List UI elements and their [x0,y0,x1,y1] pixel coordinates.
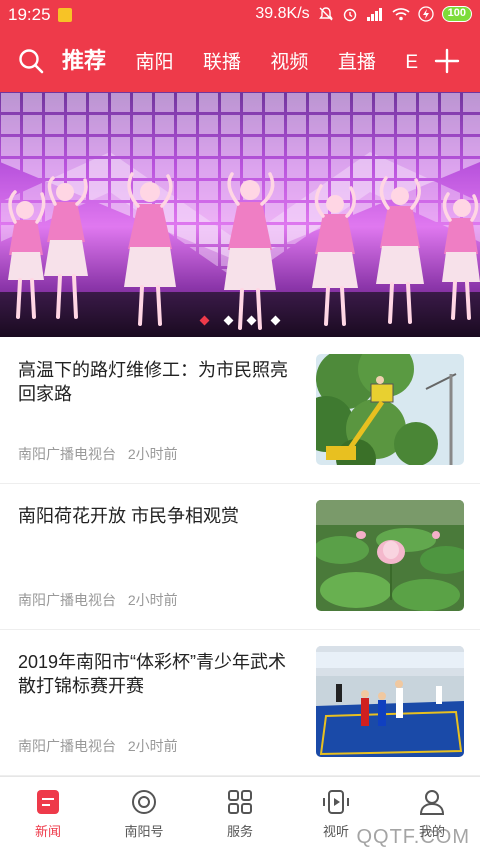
channel-header: 推荐 南阳 联播 视频 直播 E [0,30,480,92]
nav-services[interactable]: 服务 [192,777,288,853]
media-icon [323,790,349,814]
tab-nanyang[interactable]: 南阳 [135,32,173,92]
news-source: 南阳广播电视台 [18,738,116,754]
channel-tabs: 推荐 南阳 联播 视频 直播 E [62,30,427,92]
news-title: 南阳荷花开放 市民争相观赏 [18,506,239,526]
news-item[interactable]: 南阳荷花开放 市民争相观赏 南阳广播电视台 2小时前 [0,484,480,630]
news-time: 2小时前 [127,446,178,462]
status-time: 19:25 [8,5,51,24]
news-source: 南阳广播电视台 [18,446,116,462]
tab-video[interactable]: 视频 [270,32,308,92]
watermark: QQTF.COM [356,826,470,848]
signal-icon [366,8,382,21]
news-title: 高温下的路灯维修工：为市民照亮回家路 [18,360,288,404]
user-icon [419,790,445,815]
wifi-icon [392,8,410,21]
banner-carousel[interactable] [0,92,480,337]
carousel-dot[interactable] [223,315,234,326]
add-channel-icon[interactable] [434,48,460,74]
network-speed: 39.8K/s [255,5,310,22]
news-meta: 南阳广播电视台 2小时前 [18,590,178,610]
banner-image [0,92,480,337]
search-icon[interactable] [18,48,44,74]
nav-nanyang-hao[interactable]: 南阳号 [96,777,192,853]
app-notification-icon [58,8,72,22]
nav-news[interactable]: 新闻 [0,777,96,853]
tab-broadcast[interactable]: 联播 [203,32,241,92]
status-bar: 19:25 39.8K/s 100 [0,0,480,30]
nav-label: 新闻 [34,824,61,839]
news-meta: 南阳广播电视台 2小时前 [18,736,178,756]
status-indicators: 39.8K/s 100 [255,5,472,23]
carousel-dot[interactable] [246,315,257,326]
grid-icon [228,790,252,814]
charging-icon [417,6,434,22]
mute-icon [318,7,333,21]
carousel-dot[interactable] [199,315,210,326]
carousel-indicator [0,311,480,329]
carousel-dot[interactable] [270,315,281,326]
news-icon [37,790,59,814]
news-title: 2019年南阳市“体彩杯”青少年武术散打锦标赛开赛 [18,652,287,696]
battery-level: 100 [441,6,472,22]
news-thumbnail [316,354,464,465]
news-thumbnail [316,500,464,611]
target-icon [132,790,156,814]
news-list: 高温下的路灯维修工：为市民照亮回家路 南阳广播电视台 2小时前 南阳荷花开放 市… [0,338,480,776]
nav-label: 南阳号 [124,824,164,839]
alarm-icon [343,8,356,22]
nav-label: 视听 [322,824,349,839]
news-meta: 南阳广播电视台 2小时前 [18,444,178,464]
news-source: 南阳广播电视台 [18,592,116,608]
news-item[interactable]: 2019年南阳市“体彩杯”青少年武术散打锦标赛开赛 南阳广播电视台 2小时前 [0,630,480,776]
nav-label: 服务 [226,824,253,839]
news-time: 2小时前 [127,592,178,608]
tab-more-partial[interactable]: E [405,32,418,92]
tab-recommend[interactable]: 推荐 [62,30,106,92]
tab-live[interactable]: 直播 [338,32,376,92]
news-item[interactable]: 高温下的路灯维修工：为市民照亮回家路 南阳广播电视台 2小时前 [0,338,480,484]
news-time: 2小时前 [127,738,178,754]
news-thumbnail [316,646,464,757]
